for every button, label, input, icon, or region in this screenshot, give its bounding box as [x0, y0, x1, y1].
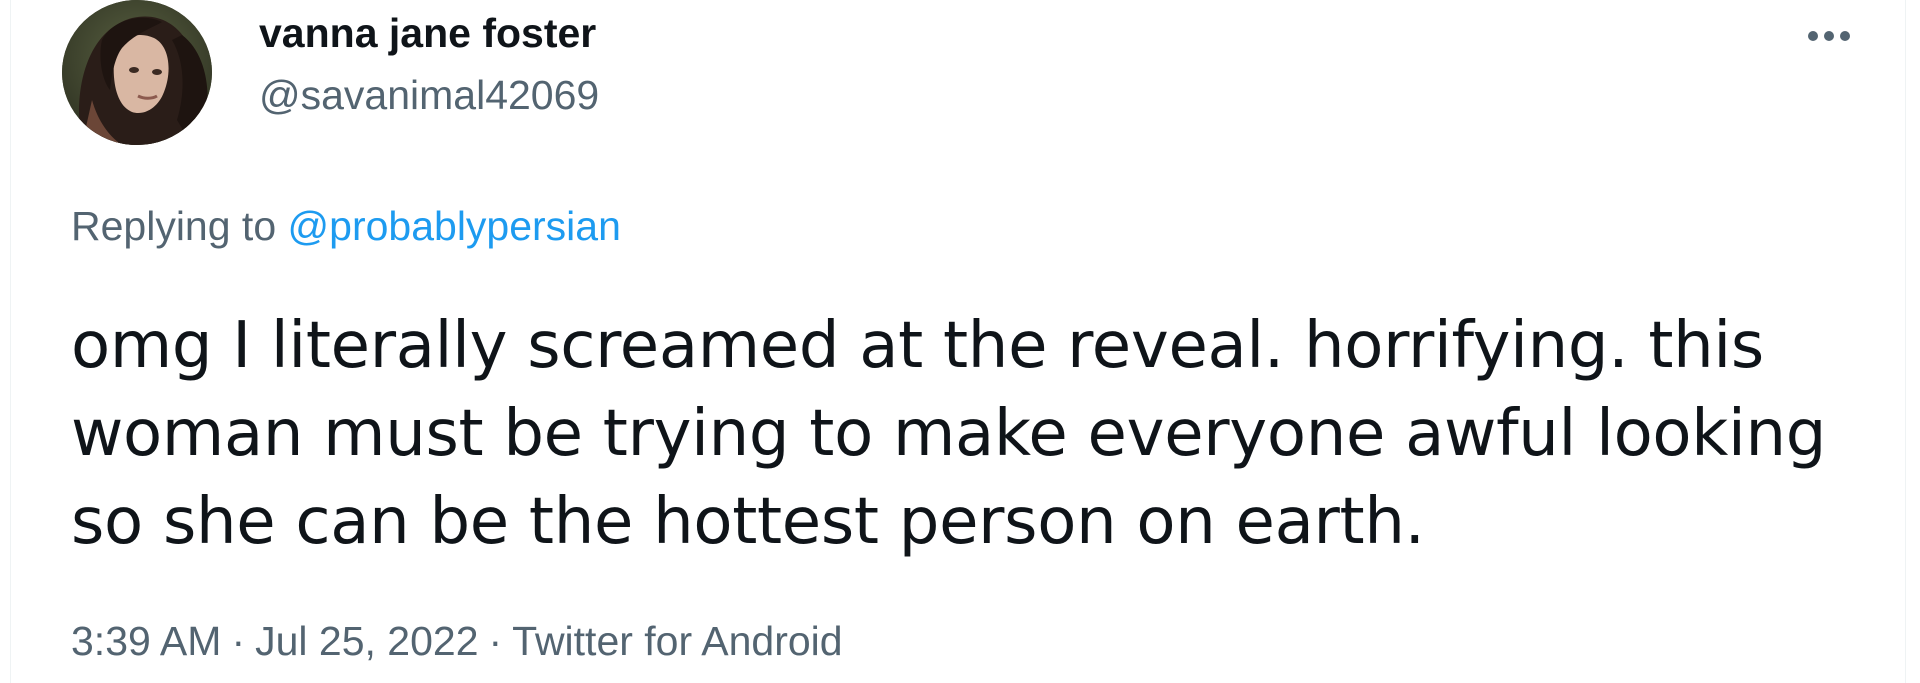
tweet-text: omg I literally screamed at the reveal. … [71, 302, 1851, 566]
tweet-card: vanna jane foster @savanimal42069 Replyi… [10, 0, 1906, 683]
more-horizontal-icon [1808, 31, 1850, 41]
avatar-photo-icon [62, 0, 212, 145]
tweet-source[interactable]: Twitter for Android [512, 618, 842, 664]
more-options-button[interactable] [1793, 10, 1865, 62]
tweet-text-line: so she can be the hottest person on eart… [71, 485, 1425, 559]
author-handle[interactable]: @savanimal42069 [259, 72, 599, 119]
tweet-text-line: woman must be trying to make everyone aw… [71, 397, 1827, 471]
author-avatar[interactable] [62, 0, 212, 145]
tweet-text-line: omg I literally screamed at the reveal. … [71, 309, 1764, 383]
tweet-date[interactable]: Jul 25, 2022 [255, 618, 478, 664]
author-display-name[interactable]: vanna jane foster [259, 10, 596, 57]
meta-separator: · [488, 618, 503, 664]
reply-mention-link[interactable]: @probablypersian [288, 203, 621, 249]
tweet-metadata: 3:39 AM · Jul 25, 2022 · Twitter for Android [71, 618, 843, 665]
tweet-timestamp[interactable]: 3:39 AM [71, 618, 221, 664]
replying-to-label: Replying to [71, 203, 277, 249]
replying-to-line: Replying to @probablypersian [71, 203, 621, 250]
meta-separator: · [231, 618, 246, 664]
